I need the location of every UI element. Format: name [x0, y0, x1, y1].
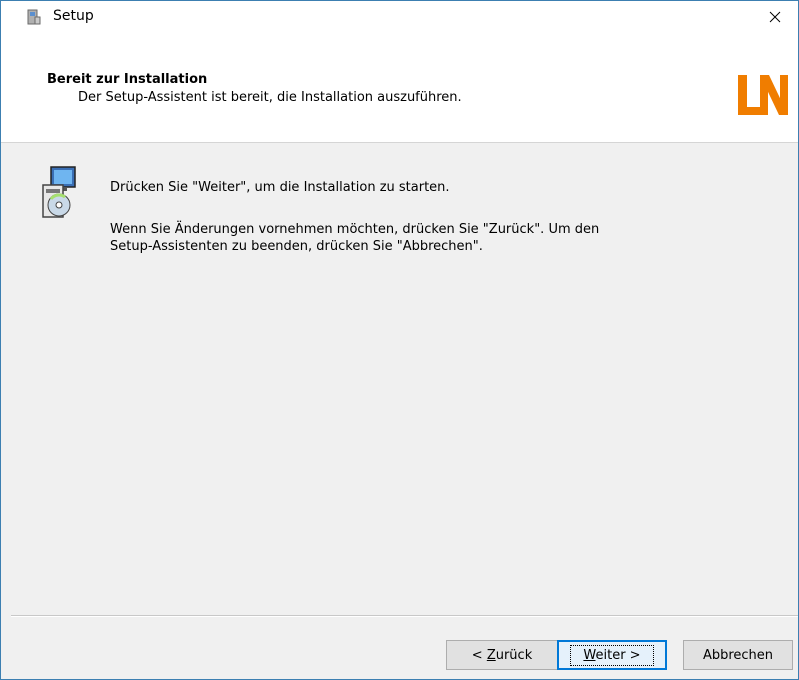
next-button[interactable]: Weiter > — [557, 640, 667, 670]
cancel-button[interactable]: Abbrechen — [683, 640, 793, 670]
page-title: Bereit zur Installation — [47, 72, 208, 87]
installer-icon — [39, 165, 79, 223]
hint-line-1: Wenn Sie Änderungen vornehmen möchten, d… — [110, 222, 600, 237]
window-title: Setup — [53, 8, 94, 24]
close-button[interactable] — [752, 1, 798, 32]
footer-divider — [11, 615, 798, 617]
instruction-text: Drücken Sie "Weiter", um die Installatio… — [110, 180, 450, 195]
back-button-accel: Z — [486, 647, 496, 663]
back-button-label: urück — [495, 647, 533, 663]
wizard-header: Bereit zur Installation Der Setup-Assist… — [1, 32, 798, 143]
next-button-focus: Weiter > — [570, 644, 654, 666]
hint-line-2: Setup-Assistenten zu beenden, drücken Si… — [110, 239, 483, 254]
setup-app-icon — [26, 9, 42, 25]
ln-logo — [736, 69, 796, 129]
back-button[interactable]: < Zurück — [446, 640, 558, 670]
cancel-button-label: Abbrechen — [702, 647, 774, 663]
page-subtitle: Der Setup-Assistent ist bereit, die Inst… — [78, 90, 462, 105]
next-button-accel: W — [583, 647, 596, 663]
setup-window: Setup Bereit zur Installation Der Setup-… — [0, 0, 799, 680]
next-button-label: eiter > — [595, 647, 641, 663]
back-button-prefix: < — [471, 647, 487, 663]
title-bar: Setup — [1, 1, 798, 32]
wizard-content: Drücken Sie "Weiter", um die Installatio… — [1, 143, 798, 615]
close-icon — [769, 11, 781, 22]
hint-text: Wenn Sie Änderungen vornehmen möchten, d… — [110, 221, 730, 255]
